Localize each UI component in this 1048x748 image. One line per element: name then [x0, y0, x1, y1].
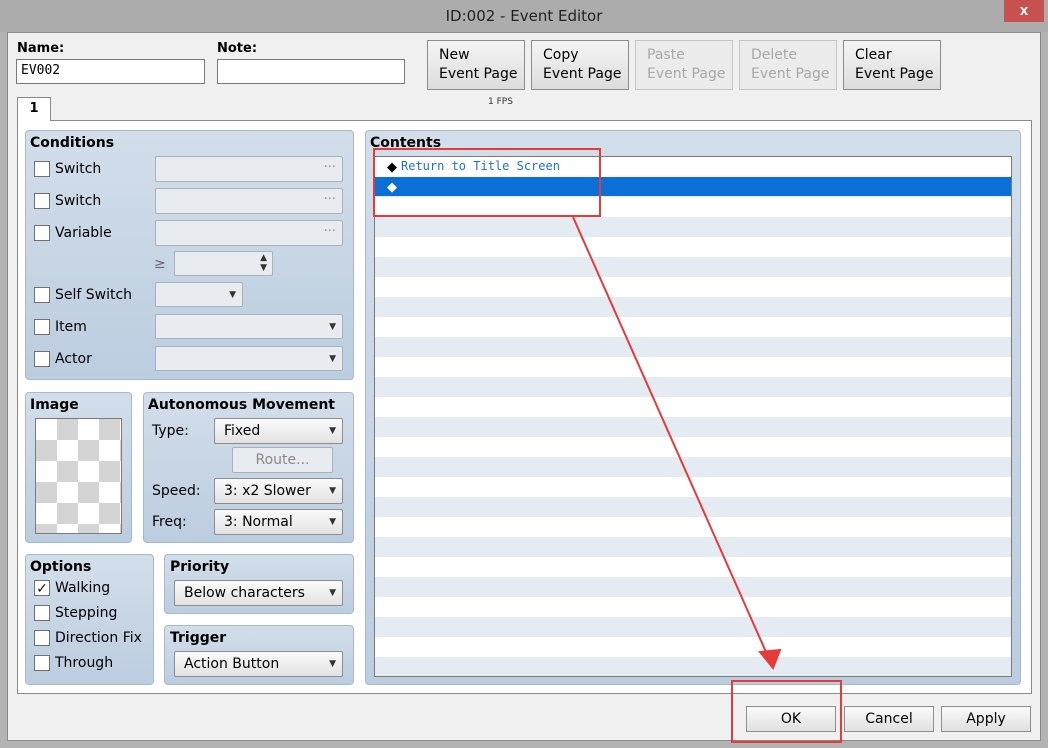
- event-editor-window: ID:002 - Event Editor x Name: EV002 Note…: [0, 0, 1048, 748]
- annotation-arrow-line: [572, 216, 767, 653]
- annotation-arrow: [572, 216, 782, 670]
- annotation-arrowhead: [758, 648, 782, 670]
